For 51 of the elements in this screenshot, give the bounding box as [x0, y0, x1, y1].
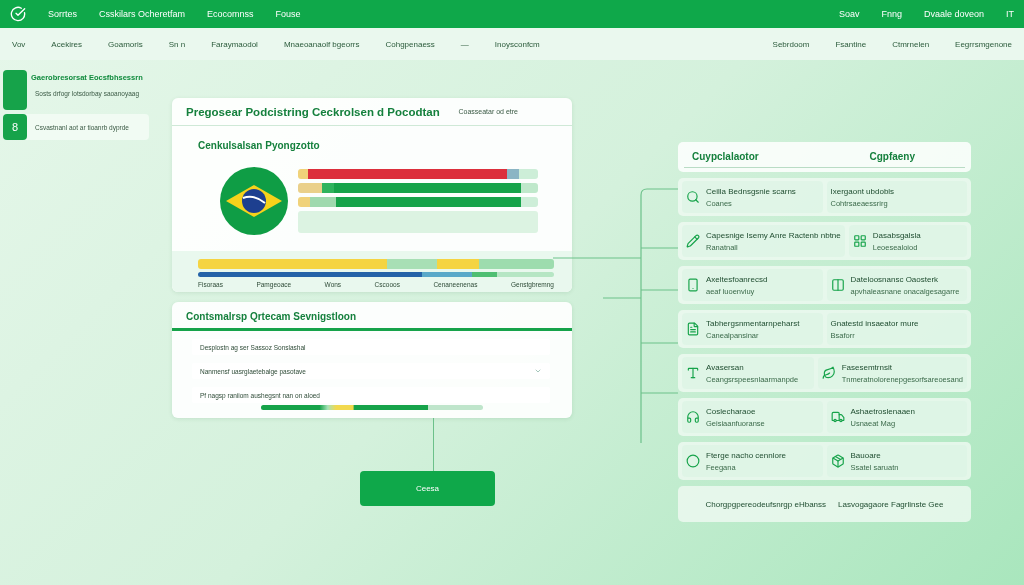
cell-title: Dasabsgalsla — [872, 230, 921, 240]
cell-title: Tabhergsnmentarnpeharst — [706, 318, 800, 328]
menu-item[interactable]: — — [460, 39, 469, 49]
menu-item[interactable]: Sebrdoom — [772, 39, 810, 49]
logo-icon[interactable] — [10, 6, 26, 22]
cell-title: Axeltesfoanrecsd — [706, 274, 768, 284]
cell-title: Bauoare — [850, 450, 882, 460]
menu-item[interactable]: Mnaeoanaolf bgeorrs — [283, 39, 360, 49]
flag-icon — [220, 167, 288, 235]
menu-item[interactable]: Faraymaodol — [211, 39, 258, 49]
menu-item[interactable]: Cohgpenaess — [385, 39, 435, 49]
columns-icon — [830, 278, 845, 292]
menu-item[interactable]: Goamoris — [108, 39, 143, 49]
footer-text: Lasvogagaore Fagrlinste Gee — [838, 499, 944, 509]
menu-item[interactable]: Acekires — [51, 39, 83, 49]
column-header: Cgpfaeny — [869, 151, 915, 162]
document-icon — [686, 322, 700, 336]
text-icon — [686, 366, 700, 380]
cell-title: Avasersan — [706, 362, 745, 372]
package-icon — [830, 454, 845, 468]
menu-item[interactable]: Eegrrsmgenone — [955, 39, 1012, 49]
caret-icon — [534, 367, 542, 375]
menu-item[interactable]: Ctmrnelen — [892, 39, 930, 49]
footer-text: Chorgpgpereodeufsnrgp eHbanss — [705, 499, 827, 509]
menu-item[interactable]: Inoysconfcm — [494, 39, 540, 49]
cell-title: Ixergaont ubdobls — [830, 186, 895, 196]
leaf-icon — [821, 366, 836, 380]
menu-item[interactable]: Sn n — [168, 39, 186, 49]
layout-icon — [852, 234, 867, 248]
headphones-icon — [686, 410, 700, 424]
cell-title: Dateloosnansc Oaosterk — [850, 274, 940, 284]
truck-icon — [830, 410, 845, 424]
search-icon — [686, 190, 700, 204]
cell-title: Ashaetroslenaaen — [850, 406, 915, 416]
circle-icon — [686, 454, 700, 468]
step-badge: 8 — [3, 114, 27, 140]
step-badge — [3, 70, 27, 110]
menu-item[interactable]: Vov — [12, 39, 26, 49]
cell-title: Capesnige Isemy Anre Ractenb nbtne — [706, 230, 841, 240]
cell-title: Gnatestd insaeator mure — [830, 318, 919, 328]
cell-title: Ceilla Bednsgsnie scarns — [706, 186, 796, 196]
cell-title: Fterge nacho cennlore — [706, 450, 787, 460]
cell-title: Coslecharaoe — [706, 406, 757, 416]
section-title: Contsmalrsp Qrtecam Sevnigstloon — [172, 302, 572, 331]
column-header: Cuypclalaotor — [692, 151, 759, 162]
card-title: Pregosear Podcistring Ceckrolsen d Pocodtan — [186, 105, 440, 118]
cell-title: Fasesemtrnsit — [841, 362, 893, 372]
pencil-icon — [686, 234, 700, 248]
menu-item[interactable]: Fsantine — [835, 39, 867, 49]
phone-icon — [686, 278, 700, 292]
section-title: Cenkulsalsan Pyongzotto — [198, 140, 321, 151]
